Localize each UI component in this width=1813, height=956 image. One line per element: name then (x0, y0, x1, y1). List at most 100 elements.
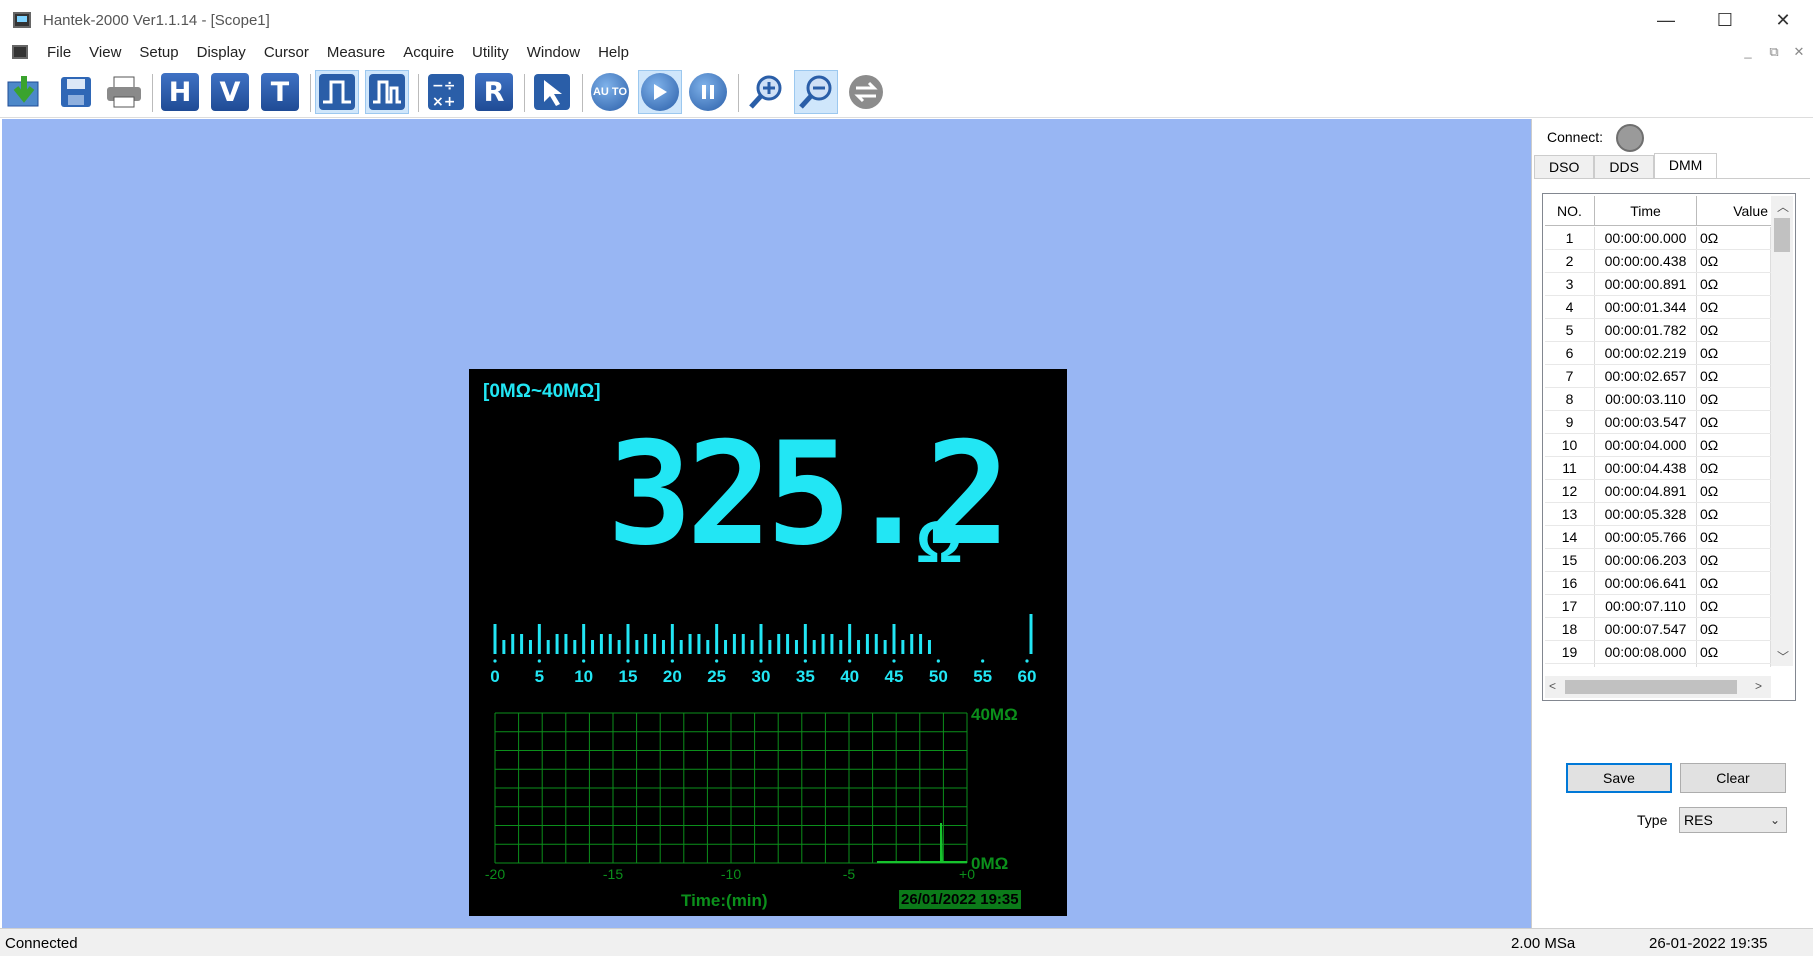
row-number: 12 (1545, 480, 1595, 502)
mdi-window-icon[interactable] (12, 45, 28, 59)
type-select[interactable]: RES ⌄ (1679, 807, 1787, 833)
print-button[interactable] (102, 70, 146, 114)
menu-file[interactable]: File (38, 44, 80, 61)
menu-view[interactable]: View (80, 44, 130, 61)
window-title: Hantek-2000 Ver1.1.14 - [Scope1] (43, 11, 270, 29)
scroll-left-icon[interactable]: < (1549, 679, 1556, 693)
table-row[interactable]: 7 00:00:02.657 0Ω (1545, 365, 1771, 388)
status-datetime: 26-01-2022 19:35 (1649, 935, 1768, 952)
row-time: 00:00:08.438 (1595, 664, 1697, 667)
auto-button[interactable]: AU TO (588, 70, 632, 114)
measurement-table: NO. Time Value 1 00:00:00.000 0Ω 2 00:00:00.… (1542, 193, 1796, 701)
row-number: 13 (1545, 503, 1595, 525)
table-row[interactable]: 5 00:00:01.782 0Ω (1545, 319, 1771, 342)
scale-tick-dot (1025, 659, 1029, 663)
scroll-up-icon[interactable]: ︿ (1777, 198, 1789, 215)
run-button[interactable] (638, 70, 682, 114)
row-number: 5 (1545, 319, 1595, 341)
cursor-button[interactable] (530, 70, 574, 114)
table-row[interactable]: 3 00:00:00.891 0Ω (1545, 273, 1771, 296)
switch-button[interactable] (844, 70, 888, 114)
stop-button[interactable] (686, 70, 730, 114)
row-value: 0Ω (1697, 273, 1771, 295)
scroll-down-icon[interactable]: ﹀ (1777, 648, 1789, 665)
menu-acquire[interactable]: Acquire (394, 44, 463, 61)
mdi-close-button[interactable]: ✕ (1789, 43, 1809, 61)
close-button[interactable]: ✕ (1757, 0, 1809, 40)
table-row[interactable]: 9 00:00:03.547 0Ω (1545, 411, 1771, 434)
clear-button[interactable]: Clear (1680, 763, 1786, 793)
vertical-scrollbar[interactable]: ︿ ﹀ (1771, 196, 1793, 666)
tab-dso[interactable]: DSO (1534, 155, 1595, 179)
row-time: 00:00:02.219 (1595, 342, 1697, 364)
vertical-button[interactable]: V (208, 70, 252, 114)
table-header: NO. Time Value (1545, 196, 1773, 226)
table-row[interactable]: 2000:00:08.4380Ω (1545, 664, 1771, 667)
table-row[interactable]: 10 00:00:04.000 0Ω (1545, 434, 1771, 457)
table-row[interactable]: 8 00:00:03.110 0Ω (1545, 388, 1771, 411)
row-number: 20 (1545, 664, 1595, 667)
minimize-button[interactable]: — (1640, 0, 1692, 40)
table-row[interactable]: 17 00:00:07.110 0Ω (1545, 595, 1771, 618)
mdi-minimize-button[interactable]: _ (1738, 43, 1758, 61)
table-row[interactable]: 15 00:00:06.203 0Ω (1545, 549, 1771, 572)
table-row[interactable]: 13 00:00:05.328 0Ω (1545, 503, 1771, 526)
scale-tick-label: 45 (885, 667, 904, 686)
row-time: 00:00:05.328 (1595, 503, 1697, 525)
table-row[interactable]: 11 00:00:04.438 0Ω (1545, 457, 1771, 480)
menu-window[interactable]: Window (518, 44, 589, 61)
row-time: 00:00:00.891 (1595, 273, 1697, 295)
table-row[interactable]: 18 00:00:07.547 0Ω (1545, 618, 1771, 641)
reference-button[interactable]: R (472, 70, 516, 114)
tab-dmm[interactable]: DMM (1653, 153, 1718, 179)
row-time: 00:00:05.766 (1595, 526, 1697, 548)
status-connection: Connected (5, 935, 78, 952)
trigger-button[interactable]: T (258, 70, 302, 114)
zoom-in-button[interactable] (744, 70, 788, 114)
mdi-restore-button[interactable]: ⧉ (1764, 43, 1784, 61)
scale-tick-label: 35 (796, 667, 815, 686)
pulse-single-button[interactable] (315, 70, 359, 114)
column-no[interactable]: NO. (1545, 196, 1595, 226)
menu-measure[interactable]: Measure (318, 44, 394, 61)
zoom-out-button[interactable] (794, 70, 838, 114)
scale-tick-label: 55 (973, 667, 992, 686)
open-icon (7, 76, 39, 107)
horizontal-scrollbar[interactable]: < > (1545, 676, 1771, 698)
menu-setup[interactable]: Setup (130, 44, 187, 61)
save-button[interactable] (54, 70, 98, 114)
row-time: 00:00:04.000 (1595, 434, 1697, 456)
maximize-button[interactable]: ☐ (1699, 0, 1751, 40)
row-number: 10 (1545, 434, 1595, 456)
trigger-label: T (261, 73, 299, 111)
scale-tick-dot (759, 659, 763, 663)
table-row[interactable]: 12 00:00:04.891 0Ω (1545, 480, 1771, 503)
tab-dds[interactable]: DDS (1594, 155, 1654, 179)
table-row[interactable]: 6 00:00:02.219 0Ω (1545, 342, 1771, 365)
pulse-multi-button[interactable] (365, 70, 409, 114)
row-number: 4 (1545, 296, 1595, 318)
table-row[interactable]: 14 00:00:05.766 0Ω (1545, 526, 1771, 549)
column-time[interactable]: Time (1595, 196, 1697, 226)
menu-help[interactable]: Help (589, 44, 638, 61)
math-button[interactable]: −÷ ×+ (424, 70, 468, 114)
menu-utility[interactable]: Utility (463, 44, 518, 61)
scale-tick-dot (892, 659, 896, 663)
row-number: 9 (1545, 411, 1595, 433)
column-value[interactable]: Value (1697, 196, 1773, 226)
menu-cursor[interactable]: Cursor (255, 44, 318, 61)
horizontal-button[interactable]: H (158, 70, 202, 114)
horizontal-scroll-thumb[interactable] (1565, 680, 1737, 694)
table-row[interactable]: 19 00:00:08.000 0Ω (1545, 641, 1771, 664)
save-data-button[interactable]: Save (1566, 763, 1672, 793)
table-row[interactable]: 4 00:00:01.344 0Ω (1545, 296, 1771, 319)
menu-display[interactable]: Display (188, 44, 255, 61)
scroll-right-icon[interactable]: > (1755, 679, 1762, 693)
open-button[interactable] (4, 70, 48, 114)
app-icon[interactable] (13, 12, 31, 28)
table-row[interactable]: 2 00:00:00.438 0Ω (1545, 250, 1771, 273)
table-row[interactable]: 16 00:00:06.641 0Ω (1545, 572, 1771, 595)
vertical-scroll-thumb[interactable] (1774, 218, 1790, 252)
table-row[interactable]: 1 00:00:00.000 0Ω (1545, 227, 1771, 250)
row-number: 11 (1545, 457, 1595, 479)
